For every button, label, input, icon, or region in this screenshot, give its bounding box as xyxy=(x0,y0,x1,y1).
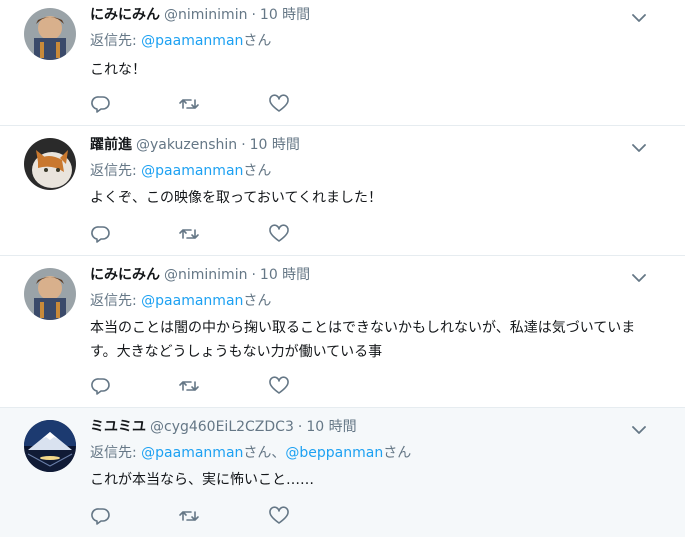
reply-context: 返信先: @paamanmanさん、@beppanmanさん xyxy=(90,444,411,462)
retweet-button[interactable] xyxy=(178,224,200,244)
display-name[interactable]: にみにみん xyxy=(90,7,160,23)
chevron-down-icon xyxy=(632,274,646,282)
separator-dot: · xyxy=(251,7,256,23)
tweet[interactable]: 躍前進 @yakuzenshin · 10 時間 返信先: @paamanmanさん … xyxy=(0,126,685,256)
reply-button[interactable] xyxy=(90,94,112,114)
reply-suffix: さん xyxy=(243,445,272,461)
retweet-button[interactable] xyxy=(178,94,200,114)
reply-prefix: 返信先: xyxy=(90,293,142,309)
reply-button[interactable] xyxy=(90,224,112,244)
like-button[interactable] xyxy=(268,506,290,526)
tweet-text: これな！ xyxy=(90,62,146,78)
reply-context: 返信先: @paamanmanさん xyxy=(90,162,271,180)
mention-link[interactable]: @beppanman xyxy=(285,445,383,461)
tweet-text: よくぞ、この映像を取っておいてくれました！ xyxy=(90,190,383,206)
reply-suffix: さん xyxy=(243,163,272,179)
tweet-text: これが本当なら、実に怖いこと…… xyxy=(90,472,314,488)
timestamp[interactable]: 10 時間 xyxy=(250,137,300,153)
timestamp[interactable]: 10 時間 xyxy=(260,267,310,283)
chevron-down-icon xyxy=(632,426,646,434)
reply-suffix: さん xyxy=(243,33,272,49)
mention-link[interactable]: @paamanman xyxy=(141,293,243,309)
reply-prefix: 返信先: xyxy=(90,445,142,461)
reply-suffix: さん xyxy=(383,445,412,461)
tweet[interactable]: にみにみん @niminimin · 10 時間 返信先: @paamanmanさん … xyxy=(0,256,685,408)
retweet-icon xyxy=(179,229,199,239)
avatar[interactable] xyxy=(24,420,76,472)
retweet-icon xyxy=(179,99,199,109)
more-options-button[interactable] xyxy=(631,140,647,154)
like-button[interactable] xyxy=(268,224,290,244)
reply-context: 返信先: @paamanmanさん xyxy=(90,32,271,50)
reply-separator: 、 xyxy=(271,445,286,461)
tweet-text: 本当のことは闇の中から掬い取ることはできないかもしれないが、私達は気づいています… xyxy=(90,320,636,360)
tweet[interactable]: ミユミユ @cyg460EiL2CZDC3 · 10 時間 返信先: @paamanm… xyxy=(0,408,685,537)
reply-context: 返信先: @paamanmanさん xyxy=(90,292,271,310)
like-button[interactable] xyxy=(268,376,290,396)
chevron-down-icon xyxy=(632,144,646,152)
like-button[interactable] xyxy=(268,94,290,114)
display-name[interactable]: ミユミユ xyxy=(90,419,146,435)
mention-link[interactable]: @paamanman xyxy=(141,163,243,179)
retweet-button[interactable] xyxy=(178,506,200,526)
separator-dot: · xyxy=(241,137,246,153)
display-name[interactable]: にみにみん xyxy=(90,267,160,283)
avatar[interactable] xyxy=(24,8,76,60)
heart-icon xyxy=(269,376,289,394)
user-handle[interactable]: @cyg460EiL2CZDC3 xyxy=(150,419,294,435)
reply-icon xyxy=(91,508,110,525)
mention-link[interactable]: @paamanman xyxy=(141,33,243,49)
heart-icon xyxy=(269,224,289,242)
avatar[interactable] xyxy=(24,138,76,190)
separator-dot: · xyxy=(251,267,256,283)
more-options-button[interactable] xyxy=(631,422,647,436)
more-options-button[interactable] xyxy=(631,10,647,24)
retweet-icon xyxy=(179,511,199,521)
heart-icon xyxy=(269,506,289,524)
user-handle[interactable]: @yakuzenshin xyxy=(136,137,237,153)
timestamp[interactable]: 10 時間 xyxy=(306,419,356,435)
reply-prefix: 返信先: xyxy=(90,33,142,49)
reply-icon xyxy=(91,226,110,243)
avatar[interactable] xyxy=(24,268,76,320)
reply-suffix: さん xyxy=(243,293,272,309)
reply-icon xyxy=(91,378,110,395)
retweet-button[interactable] xyxy=(178,376,200,396)
heart-icon xyxy=(269,94,289,112)
timestamp[interactable]: 10 時間 xyxy=(260,7,310,23)
display-name[interactable]: 躍前進 xyxy=(90,137,132,153)
tweet[interactable]: にみにみん @niminimin · 10 時間 返信先: @paamanmanさん … xyxy=(0,0,685,126)
reply-prefix: 返信先: xyxy=(90,163,142,179)
reply-button[interactable] xyxy=(90,376,112,396)
more-options-button[interactable] xyxy=(631,270,647,284)
reply-button[interactable] xyxy=(90,506,112,526)
reply-icon xyxy=(91,96,110,113)
user-handle[interactable]: @niminimin xyxy=(164,7,247,23)
mention-link[interactable]: @paamanman xyxy=(141,445,243,461)
user-handle[interactable]: @niminimin xyxy=(164,267,247,283)
separator-dot: · xyxy=(297,419,303,435)
retweet-icon xyxy=(179,381,199,391)
chevron-down-icon xyxy=(632,14,646,22)
